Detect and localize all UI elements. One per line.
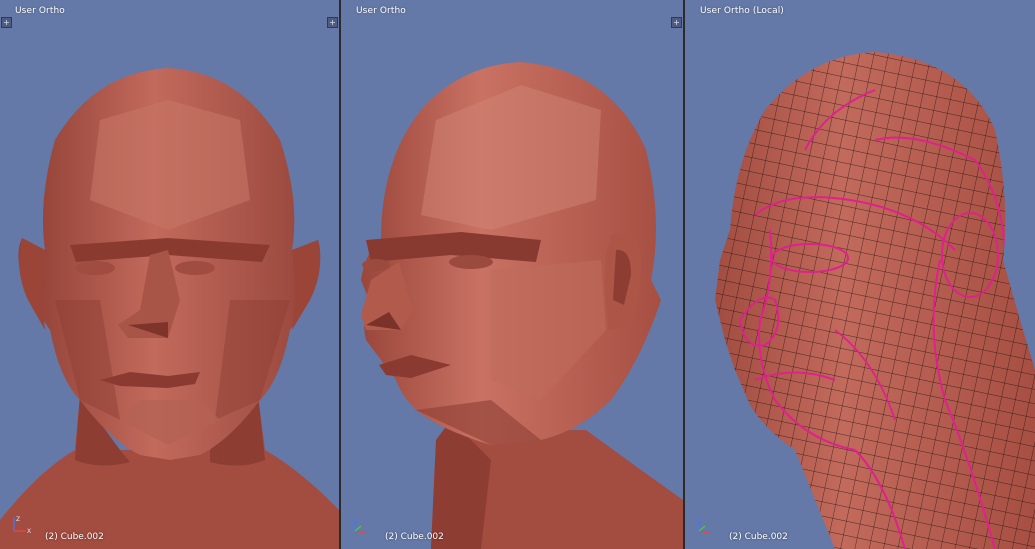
axis-gizmo-icon: [698, 517, 710, 534]
viewport-title: User Ortho: [15, 6, 65, 16]
plus-icon[interactable]: +: [1, 17, 12, 28]
viewport-local-wireframe[interactable]: User Ortho (Local) (2) Cube.002: [685, 0, 1035, 549]
plus-icon[interactable]: +: [671, 17, 682, 28]
object-label: (2) Cube.002: [385, 532, 444, 542]
viewport-title: User Ortho: [356, 6, 406, 16]
object-label: (2) Cube.002: [729, 532, 788, 542]
svg-text:X: X: [27, 528, 31, 535]
viewport-front[interactable]: User Ortho + + Z X (2) Cube.002: [0, 0, 339, 549]
head-model-three-quarter: [361, 62, 683, 549]
plus-icon[interactable]: +: [327, 17, 338, 28]
svg-text:Z: Z: [16, 516, 20, 523]
head-model-wireframe: [715, 52, 1035, 549]
axis-gizmo-icon: [354, 517, 366, 534]
viewport-area: User Ortho + + Z X (2) Cube.002 User Ort…: [0, 0, 1035, 549]
viewport-title: User Ortho (Local): [700, 6, 784, 16]
object-label: (2) Cube.002: [45, 532, 104, 542]
viewport-three-quarter[interactable]: User Ortho + (2) Cube.002: [341, 0, 683, 549]
axis-gizmo-icon: Z X: [13, 516, 31, 535]
head-model-front: [0, 68, 339, 549]
